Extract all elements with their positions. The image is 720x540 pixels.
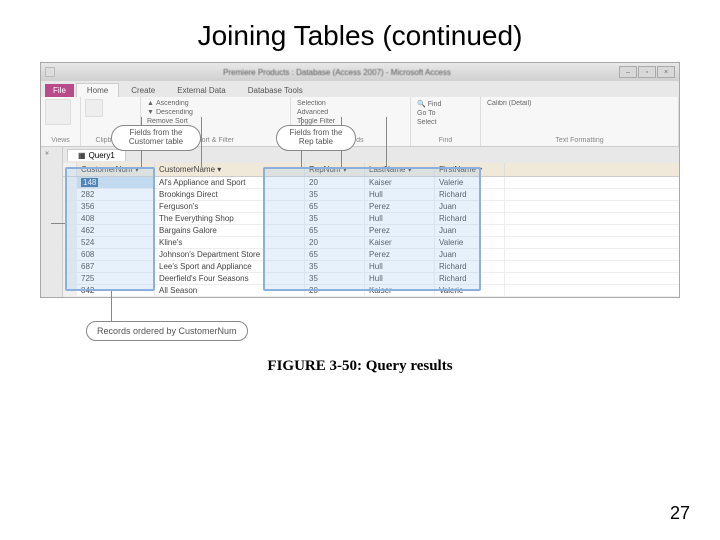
descending-button[interactable]: ▼Descending bbox=[145, 108, 286, 117]
find-button[interactable]: 🔍Find bbox=[415, 99, 476, 109]
find-icon: 🔍 bbox=[417, 100, 426, 108]
callout-arrow bbox=[201, 117, 202, 167]
selection-button[interactable]: Selection bbox=[295, 99, 406, 108]
group-views-label: Views bbox=[45, 137, 76, 144]
slide-title: Joining Tables (continued) bbox=[0, 0, 720, 62]
page-number: 27 bbox=[670, 503, 690, 524]
paste-button[interactable] bbox=[85, 99, 103, 117]
query-icon: ▦ bbox=[78, 151, 86, 160]
dropdown-icon: ▾ bbox=[217, 165, 221, 174]
sort-desc-icon: ▼ bbox=[147, 109, 154, 116]
highlight-customer-columns bbox=[65, 167, 155, 291]
ribbon: Views Clipboard ▲Ascending ▼Descending R… bbox=[41, 97, 679, 147]
minimize-button[interactable]: – bbox=[619, 66, 637, 78]
ascending-button[interactable]: ▲Ascending bbox=[145, 99, 286, 108]
access-window: Premiere Products : Database (Access 200… bbox=[40, 62, 680, 298]
callout-connector bbox=[111, 291, 112, 321]
group-find-label: Find bbox=[415, 137, 476, 144]
callout-ordered-by: Records ordered by CustomerNum bbox=[86, 321, 248, 341]
advanced-button[interactable]: Advanced bbox=[295, 108, 406, 117]
maximize-button[interactable]: ▫ bbox=[638, 66, 656, 78]
tab-database-tools[interactable]: Database Tools bbox=[238, 84, 313, 97]
view-button[interactable] bbox=[45, 99, 71, 125]
tab-create[interactable]: Create bbox=[121, 84, 165, 97]
ribbon-tab-row: File Home Create External Data Database … bbox=[41, 81, 679, 97]
app-icon bbox=[45, 67, 55, 77]
tab-home[interactable]: Home bbox=[76, 83, 119, 97]
select-button[interactable]: Select bbox=[415, 118, 476, 127]
file-tab[interactable]: File bbox=[45, 84, 74, 97]
navigation-pane[interactable]: » bbox=[41, 147, 63, 297]
callout-customer-fields: Fields from the Customer table bbox=[111, 125, 201, 151]
highlight-rep-columns bbox=[263, 167, 481, 291]
sort-asc-icon: ▲ bbox=[147, 100, 154, 107]
goto-button[interactable]: Go To bbox=[415, 109, 476, 118]
window-title: Premiere Products : Database (Access 200… bbox=[55, 68, 619, 77]
figure-caption: FIGURE 3-50: Query results bbox=[0, 358, 720, 375]
query-tab-label: Query1 bbox=[89, 151, 115, 160]
titlebar: Premiere Products : Database (Access 200… bbox=[41, 63, 679, 81]
close-button[interactable]: × bbox=[657, 66, 675, 78]
callout-rep-fields: Fields from the Rep table bbox=[276, 125, 356, 151]
tab-external-data[interactable]: External Data bbox=[167, 84, 235, 97]
query-tab[interactable]: ▦ Query1 bbox=[67, 149, 126, 161]
callout-arrow bbox=[386, 117, 387, 167]
font-selector[interactable]: Calibri (Detail) bbox=[485, 99, 674, 108]
group-text-formatting-label: Text Formatting bbox=[485, 137, 674, 144]
nav-pane-handle[interactable]: » bbox=[41, 147, 52, 159]
callout-arrow bbox=[51, 223, 65, 224]
